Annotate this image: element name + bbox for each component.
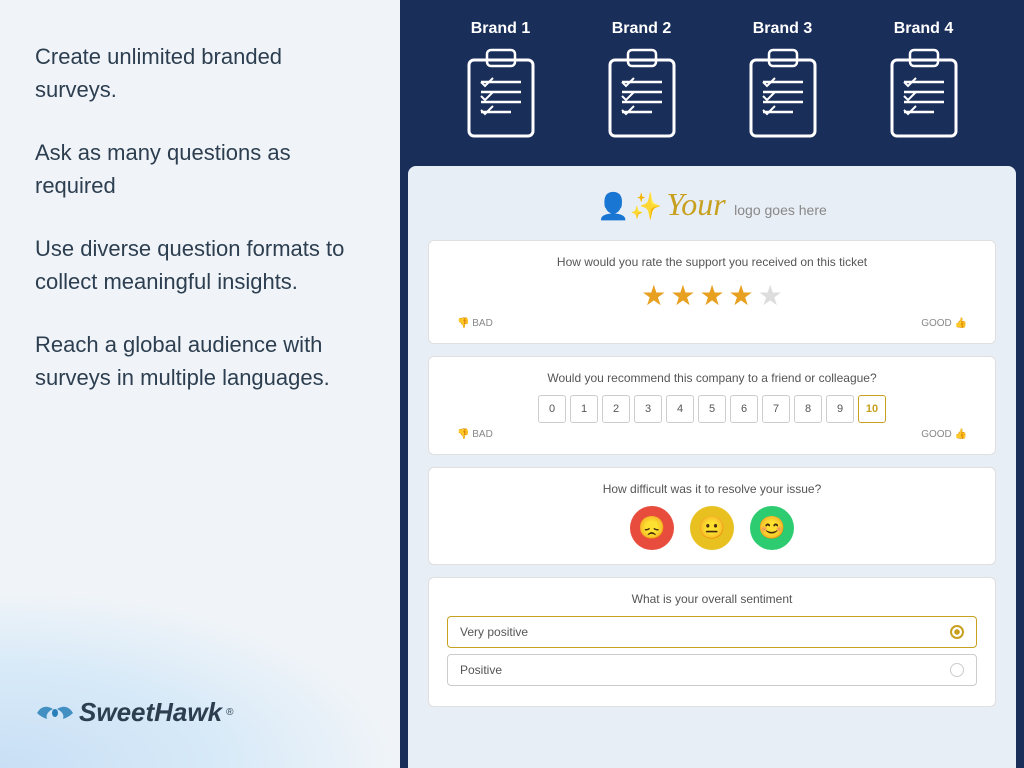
- sweethawk-logo: SweetHawk ®: [35, 697, 365, 728]
- neutral-face-icon: 😐: [698, 515, 725, 541]
- good-label: GOOD 👍: [921, 318, 967, 329]
- emoji-neutral: 😐: [690, 506, 734, 550]
- question-2-card: Would you recommend this company to a fr…: [428, 356, 996, 455]
- star-2: ★: [670, 279, 695, 312]
- nps-5: 5: [698, 395, 726, 423]
- brand-1-item: Brand 1: [461, 20, 541, 141]
- nps-4: 4: [666, 395, 694, 423]
- nps-10: 10: [858, 395, 886, 423]
- feature-1: Create unlimited branded surveys.: [35, 40, 365, 106]
- brand-4-clipboard-icon: [884, 46, 964, 141]
- logo-registered: ®: [226, 707, 233, 718]
- question-1-text: How would you rate the support you recei…: [447, 255, 977, 269]
- brand-3-item: Brand 3: [743, 20, 823, 141]
- radio-positive: [950, 663, 964, 677]
- star-3: ★: [699, 279, 724, 312]
- sentiment-option-2-label: Positive: [460, 663, 502, 677]
- question-1-card: How would you rate the support you recei…: [428, 240, 996, 344]
- feature-2: Ask as many questions as required: [35, 136, 365, 202]
- sad-face-icon: 😞: [638, 515, 665, 541]
- nps-8: 8: [794, 395, 822, 423]
- logo-name: SweetHawk: [79, 697, 222, 728]
- star-1: ★: [641, 279, 666, 312]
- radio-very-positive: [950, 625, 964, 639]
- brand-2-clipboard-icon: [602, 46, 682, 141]
- sentiment-very-positive: Very positive: [447, 616, 977, 648]
- survey-logo-script: Your: [666, 186, 725, 222]
- nps-7: 7: [762, 395, 790, 423]
- star-4: ★: [729, 279, 754, 312]
- brand-1-label: Brand 1: [471, 20, 531, 38]
- bad-label: 👎 BAD: [457, 318, 493, 329]
- question-4-text: What is your overall sentiment: [447, 592, 977, 606]
- brands-row: Brand 1 Brand 2: [400, 0, 1024, 166]
- nps-2: 2: [602, 395, 630, 423]
- star-5: ★: [758, 279, 783, 312]
- person-icon: 👤✨: [597, 191, 662, 221]
- features-list: Create unlimited branded surveys. Ask as…: [35, 40, 365, 424]
- nps-labels: 👎 BAD GOOD 👍: [447, 429, 977, 440]
- question-4-card: What is your overall sentiment Very posi…: [428, 577, 996, 707]
- nps-0: 0: [538, 395, 566, 423]
- brand-3-clipboard-icon: [743, 46, 823, 141]
- feature-3: Use diverse question formats to collect …: [35, 232, 365, 298]
- nps-bad-label: 👎 BAD: [457, 429, 493, 440]
- nps-6: 6: [730, 395, 758, 423]
- brand-2-item: Brand 2: [602, 20, 682, 141]
- sentiment-positive: Positive: [447, 654, 977, 686]
- stars-labels: 👎 BAD GOOD 👍: [447, 318, 977, 329]
- sweethawk-logo-area: SweetHawk ®: [35, 677, 365, 728]
- emoji-sad: 😞: [630, 506, 674, 550]
- nps-good-label: GOOD 👍: [921, 429, 967, 440]
- question-2-text: Would you recommend this company to a fr…: [447, 371, 977, 385]
- wings-icon: [35, 699, 75, 727]
- survey-preview: 👤✨ Your logo goes here How would you rat…: [408, 166, 1016, 768]
- question-3-text: How difficult was it to resolve your iss…: [447, 482, 977, 496]
- nps-3: 3: [634, 395, 662, 423]
- question-3-card: How difficult was it to resolve your iss…: [428, 467, 996, 565]
- stars-row: ★ ★ ★ ★ ★: [447, 279, 977, 312]
- brand-3-label: Brand 3: [753, 20, 813, 38]
- brand-4-item: Brand 4: [884, 20, 964, 141]
- survey-logo: 👤✨ Your logo goes here: [428, 186, 996, 223]
- nps-9: 9: [826, 395, 854, 423]
- sentiment-option-1-label: Very positive: [460, 625, 528, 639]
- brand-2-label: Brand 2: [612, 20, 672, 38]
- emoji-happy: 😊: [750, 506, 794, 550]
- emoji-row: 😞 😐 😊: [447, 506, 977, 550]
- right-panel: Brand 1 Brand 2: [400, 0, 1024, 768]
- nps-row: 0 1 2 3 4 5 6 7 8 9 10: [447, 395, 977, 423]
- survey-logo-caption: logo goes here: [734, 202, 827, 218]
- brand-4-label: Brand 4: [894, 20, 954, 38]
- nps-1: 1: [570, 395, 598, 423]
- brand-1-clipboard-icon: [461, 46, 541, 141]
- feature-4: Reach a global audience with surveys in …: [35, 328, 365, 394]
- happy-face-icon: 😊: [758, 515, 785, 541]
- left-panel: Create unlimited branded surveys. Ask as…: [0, 0, 400, 768]
